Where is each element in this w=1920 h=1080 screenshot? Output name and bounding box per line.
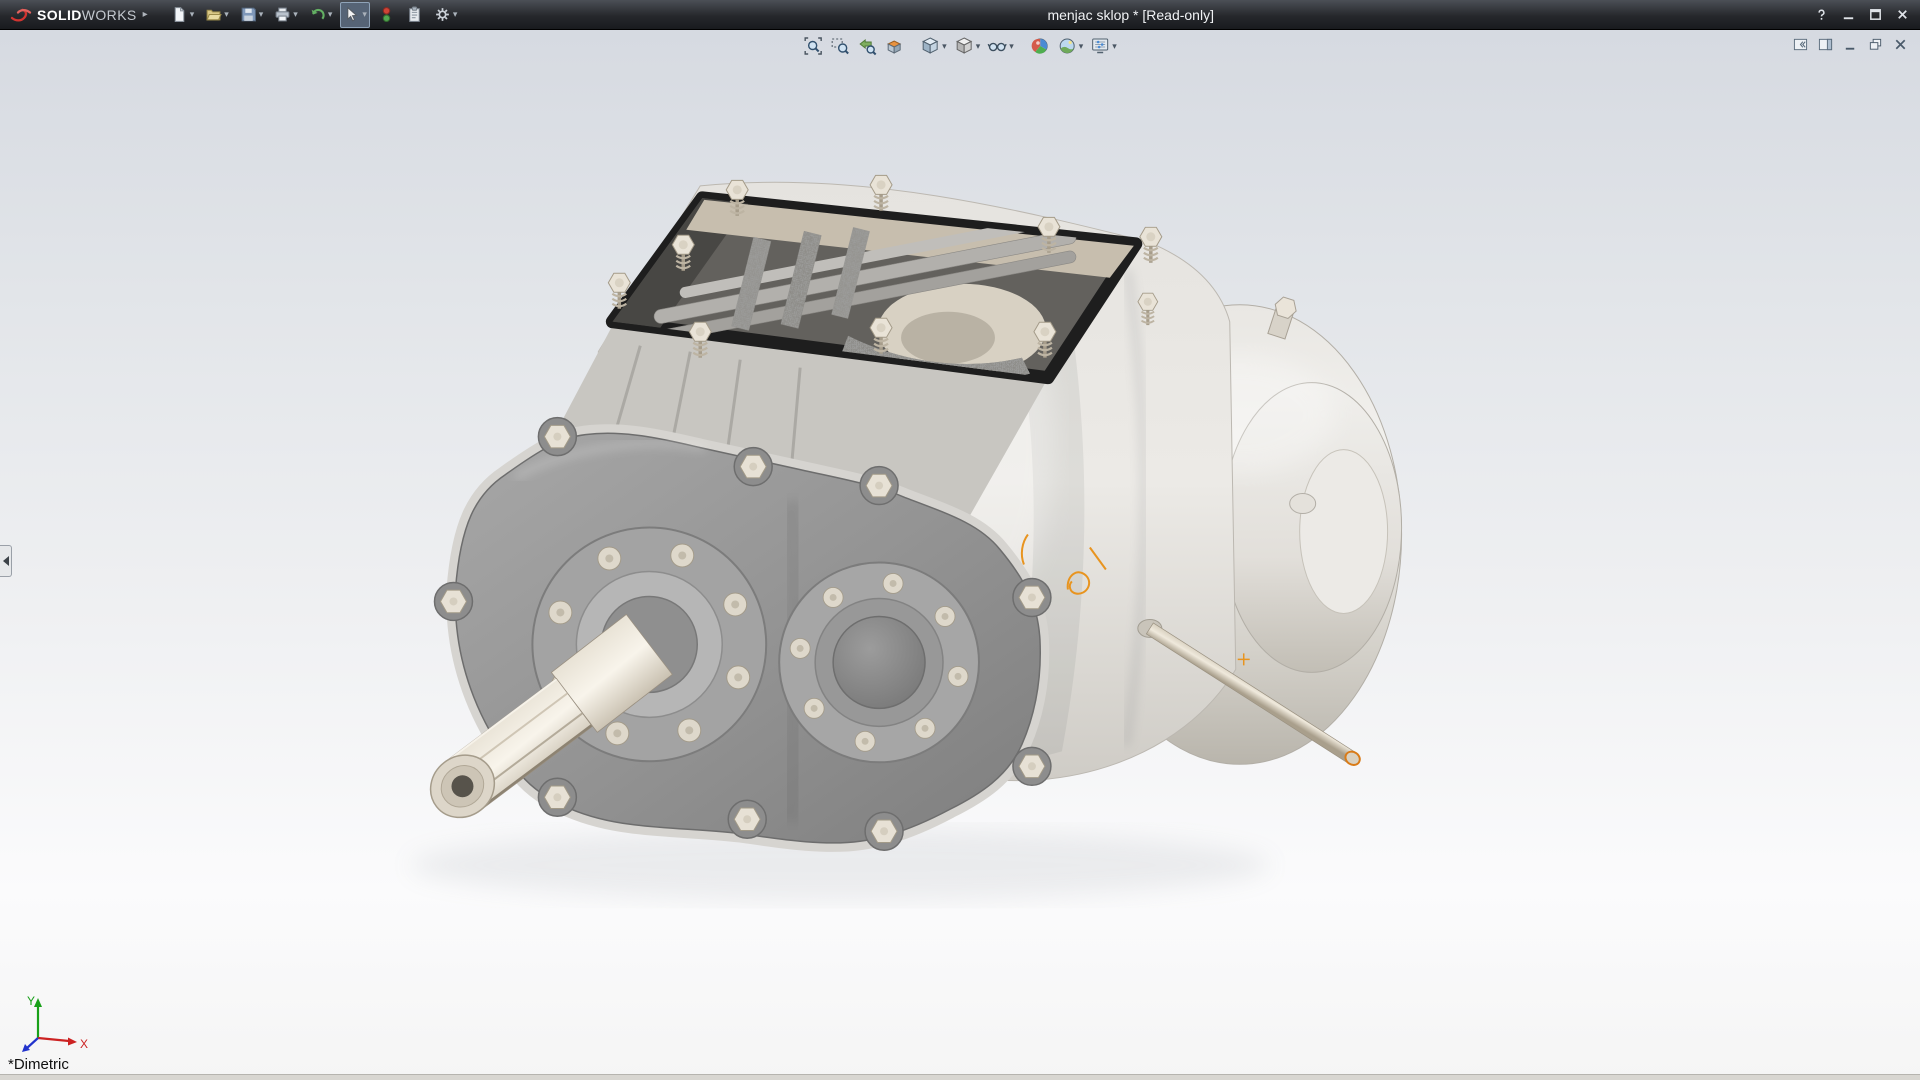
titlebar: SOLIDWORKS ▸ ▾ ▾ ▾ ▾ ▾ ▾ ▾ menjac sklop * [Rea… <box>0 0 1920 30</box>
help-icon <box>1814 7 1829 22</box>
options-icon <box>434 6 451 23</box>
zoom-to-area-button[interactable] <box>828 35 852 57</box>
view-orientation-label: *Dimetric <box>8 1056 69 1073</box>
graphics-area[interactable]: ▾ ▾ ▾ ▾ ▾ Y X *Dimetric <box>0 30 1920 1080</box>
ds-logo-icon <box>10 7 32 23</box>
task-pane-toggle-button[interactable] <box>1815 36 1835 53</box>
minimize-document-icon <box>1843 37 1858 52</box>
menu-expand-arrow-icon[interactable]: ▸ <box>143 9 148 20</box>
section-view-icon <box>884 36 904 56</box>
y-axis-label: Y <box>27 994 35 1008</box>
display-pane-toggle-button[interactable] <box>1790 36 1810 53</box>
open-icon <box>205 6 222 23</box>
status-bar-edge <box>0 1074 1920 1080</box>
file-properties-button[interactable] <box>403 2 426 28</box>
dropdown-caret-icon[interactable]: ▾ <box>293 10 298 19</box>
dropdown-caret-icon[interactable]: ▾ <box>976 42 981 51</box>
close-document-icon <box>1893 37 1908 52</box>
hide-show-items-button[interactable]: ▾ <box>985 35 1016 57</box>
solidworks-logo[interactable]: SOLIDWORKS <box>6 7 141 23</box>
display-pane-toggle-icon <box>1793 37 1808 52</box>
shaft-center-hole <box>451 775 473 797</box>
heads-up-view-toolbar: ▾ ▾ ▾ ▾ ▾ <box>801 35 1119 57</box>
display-style-icon <box>954 36 974 56</box>
open-button[interactable]: ▾ <box>202 2 232 28</box>
previous-view-button[interactable] <box>855 35 879 57</box>
previous-view-icon <box>857 36 877 56</box>
dropdown-caret-icon[interactable]: ▾ <box>1112 42 1117 51</box>
x-axis-label: X <box>80 1037 88 1051</box>
dropdown-caret-icon[interactable]: ▾ <box>190 10 195 19</box>
close-icon <box>1895 7 1910 22</box>
new-document-icon <box>171 6 188 23</box>
save-icon <box>240 6 257 23</box>
close-document-button[interactable] <box>1890 36 1910 53</box>
options-button[interactable]: ▾ <box>431 2 461 28</box>
rebuild-icon <box>378 6 395 23</box>
model-canvas[interactable] <box>0 30 1920 1080</box>
maximize-icon <box>1868 7 1883 22</box>
print-icon <box>274 6 291 23</box>
zoom-to-fit-icon <box>803 36 823 56</box>
help-button[interactable] <box>1809 5 1833 25</box>
undo-icon <box>309 6 326 23</box>
dropdown-caret-icon[interactable]: ▾ <box>224 10 229 19</box>
secondary-shaft-boss[interactable] <box>779 562 979 762</box>
window-controls <box>1809 5 1914 25</box>
display-style-button[interactable]: ▾ <box>952 35 983 57</box>
gearbox-assembly[interactable] <box>418 175 1402 850</box>
zoom-to-area-icon <box>830 36 850 56</box>
close-button[interactable] <box>1890 5 1914 25</box>
app-name: SOLIDWORKS <box>37 7 137 23</box>
document-window-controls <box>1790 36 1910 53</box>
minimize-button[interactable] <box>1836 5 1860 25</box>
select-button[interactable]: ▾ <box>340 2 370 28</box>
x-axis-arrow <box>68 1038 77 1046</box>
save-button[interactable]: ▾ <box>237 2 267 28</box>
hide-show-items-icon <box>987 36 1007 56</box>
apply-scene-button[interactable]: ▾ <box>1055 35 1086 57</box>
select-icon <box>343 6 360 23</box>
apply-scene-icon <box>1057 36 1077 56</box>
file-properties-icon <box>406 6 423 23</box>
minimize-icon <box>1841 7 1856 22</box>
featuremanager-collapsed-tab[interactable] <box>0 545 12 577</box>
minimize-document-button[interactable] <box>1840 36 1860 53</box>
dropdown-caret-icon[interactable]: ▾ <box>1079 42 1084 51</box>
window-title: menjac sklop * [Read-only] <box>460 7 1801 23</box>
edit-appearance-icon <box>1030 36 1050 56</box>
dropdown-caret-icon[interactable]: ▾ <box>259 10 264 19</box>
view-orientation-icon <box>920 36 940 56</box>
restore-document-icon <box>1868 37 1883 52</box>
view-orientation-button[interactable]: ▾ <box>918 35 949 57</box>
dropdown-caret-icon[interactable]: ▾ <box>1009 42 1014 51</box>
view-settings-icon <box>1090 36 1110 56</box>
task-pane-toggle-icon <box>1818 37 1833 52</box>
dropdown-caret-icon[interactable]: ▾ <box>942 42 947 51</box>
view-settings-button[interactable]: ▾ <box>1088 35 1119 57</box>
print-button[interactable]: ▾ <box>271 2 301 28</box>
dropdown-caret-icon[interactable]: ▾ <box>328 10 333 19</box>
dropdown-caret-icon[interactable]: ▾ <box>362 10 367 19</box>
quick-access-toolbar: ▾ ▾ ▾ ▾ ▾ ▾ ▾ <box>168 2 461 28</box>
dropdown-caret-icon[interactable]: ▾ <box>453 10 458 19</box>
zoom-to-fit-button[interactable] <box>801 35 825 57</box>
collapse-arrow-icon <box>3 556 9 566</box>
section-view-button[interactable] <box>882 35 906 57</box>
restore-document-button[interactable] <box>1865 36 1885 53</box>
orientation-triad: Y X <box>14 992 98 1058</box>
undo-button[interactable]: ▾ <box>306 2 336 28</box>
boss-nub <box>1290 494 1316 514</box>
y-axis-arrow <box>34 998 42 1007</box>
maximize-button[interactable] <box>1863 5 1887 25</box>
rebuild-button[interactable] <box>375 2 398 28</box>
new-document-button[interactable]: ▾ <box>168 2 198 28</box>
edit-appearance-button[interactable] <box>1028 35 1052 57</box>
